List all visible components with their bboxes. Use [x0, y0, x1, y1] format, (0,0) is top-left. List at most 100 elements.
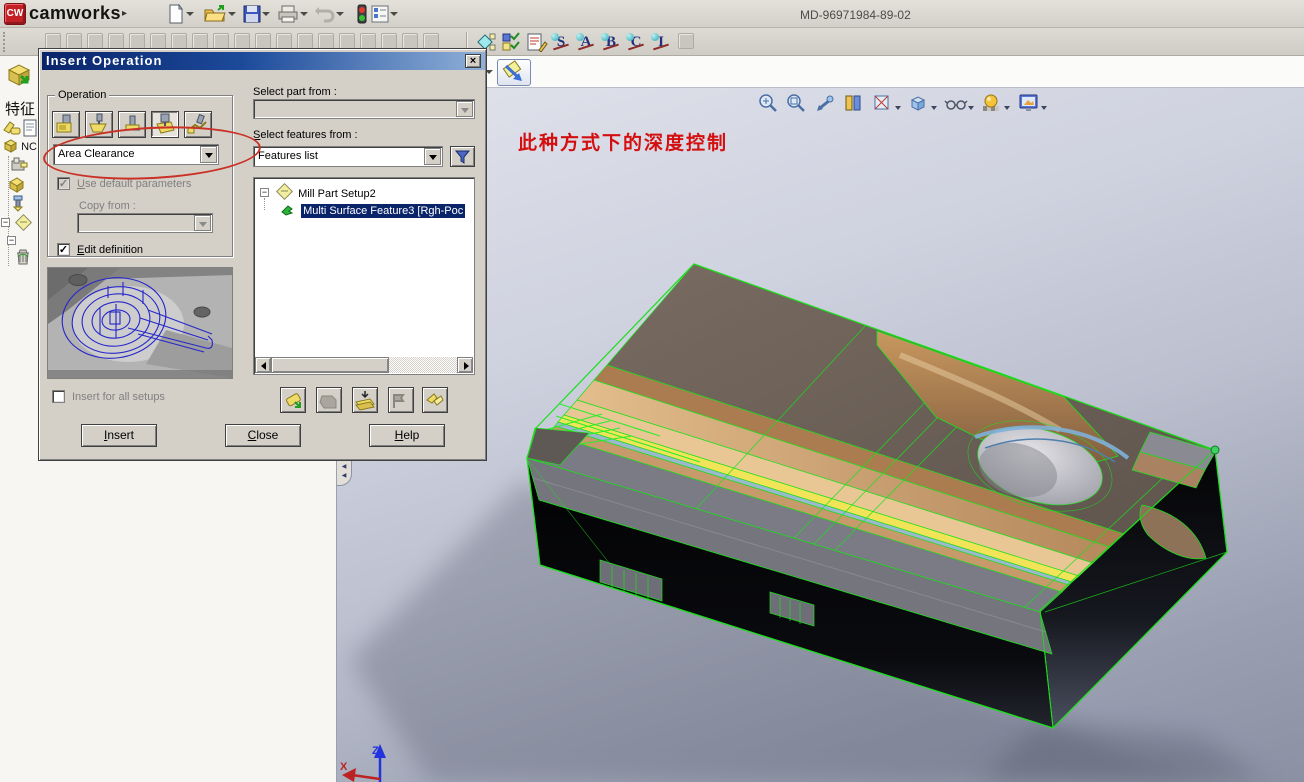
save-icon[interactable] — [240, 4, 264, 24]
open-folder-caret[interactable] — [228, 12, 236, 16]
tree-item-recycle-bin[interactable] — [14, 248, 32, 269]
select-part-combobox[interactable] — [253, 99, 475, 119]
tree-item-stock[interactable] — [8, 176, 25, 196]
mill-finish-operation-button[interactable] — [85, 111, 113, 138]
cam-step-s-icon[interactable]: S — [551, 32, 571, 52]
undo-caret[interactable] — [336, 12, 344, 16]
save-caret[interactable] — [262, 12, 270, 16]
disabled-simulate-icon[interactable] — [678, 33, 694, 49]
disabled-person1-icon[interactable] — [297, 33, 313, 49]
disabled-user-icon[interactable] — [402, 33, 418, 49]
copy-from-dropdown[interactable] — [194, 215, 211, 231]
tool-crib-button[interactable] — [352, 387, 378, 413]
disabled-grid-icon[interactable] — [150, 33, 166, 49]
help-button[interactable]: Help — [369, 424, 445, 447]
cam-step-i-icon[interactable]: I — [651, 32, 671, 52]
disabled-note-icon[interactable] — [234, 33, 250, 49]
tree-expand-operation[interactable]: − — [7, 236, 16, 245]
report-icon[interactable] — [192, 33, 208, 49]
view-orientation-icon[interactable] — [871, 92, 895, 114]
scroll-right-icon[interactable] — [457, 357, 473, 373]
display-style-caret[interactable] — [967, 106, 974, 110]
disabled-sketch-icon[interactable] — [45, 33, 61, 49]
tree-item-machine[interactable] — [11, 157, 28, 176]
task-list-icon[interactable] — [368, 4, 392, 24]
use-default-checkbox[interactable]: ✓ — [57, 177, 70, 190]
standard-views-caret[interactable] — [931, 106, 938, 110]
cam-step-a-icon[interactable]: A — [576, 32, 596, 52]
disabled-list-icon[interactable] — [66, 33, 82, 49]
display-style-icon[interactable] — [944, 92, 968, 114]
insert-button[interactable]: Insert — [81, 424, 157, 447]
tree-horizontal-scrollbar[interactable] — [255, 357, 473, 373]
insert-all-setups-checkbox[interactable] — [52, 390, 65, 403]
copy-from-combobox[interactable] — [77, 213, 213, 233]
scroll-left-icon[interactable] — [255, 357, 271, 373]
dialog-titlebar[interactable]: Insert Operation — [42, 52, 485, 70]
setup-expand-box[interactable]: − — [260, 188, 269, 197]
standard-views-icon[interactable] — [907, 92, 931, 114]
tree-expand-setup[interactable]: − — [1, 218, 10, 227]
mill-rough-operation-button[interactable] — [52, 111, 80, 138]
part-icon[interactable] — [3, 60, 33, 95]
disabled-measure-icon[interactable] — [255, 33, 271, 49]
scene-icon[interactable] — [1017, 92, 1041, 114]
part-disabled-button[interactable] — [316, 387, 342, 413]
disabled-check-icon[interactable] — [213, 33, 229, 49]
edit-definition-checkbox[interactable]: ✓ — [57, 243, 70, 256]
filter-button[interactable] — [450, 146, 475, 167]
tree-item-tool[interactable] — [10, 195, 27, 215]
operation-method-combobox[interactable]: Area Clearance — [53, 144, 219, 165]
ribbon-flag-button[interactable] — [422, 387, 448, 413]
rotate-view-icon[interactable] — [814, 92, 838, 114]
disabled-mate-icon[interactable] — [276, 33, 292, 49]
tree-item-setup[interactable]: Mill Part Setup2 — [275, 182, 376, 202]
new-document-caret[interactable] — [186, 12, 194, 16]
features-tree-panel[interactable]: − Mill Part Setup2 Multi Surface Feature… — [253, 177, 475, 375]
disabled-feature-icon[interactable] — [108, 33, 124, 49]
disabled-tools-icon[interactable] — [381, 33, 397, 49]
print-caret[interactable] — [300, 12, 308, 16]
tab-feature-tree[interactable]: 特征 — [5, 98, 35, 119]
flag-disabled-button[interactable] — [388, 387, 414, 413]
undo-icon[interactable] — [313, 4, 337, 24]
help-orange-icon[interactable] — [423, 33, 439, 49]
cam-step-c-icon[interactable]: C — [626, 32, 646, 52]
features-list-dropdown[interactable] — [424, 148, 441, 165]
insert-new-operation-button[interactable] — [280, 387, 306, 413]
cam-step-b-icon[interactable]: B — [601, 32, 621, 52]
disabled-person3-icon[interactable] — [339, 33, 355, 49]
scrollbar-track[interactable] — [271, 357, 457, 373]
tree-item-feature[interactable]: Multi Surface Feature3 [Rgh-Poc — [280, 202, 466, 218]
disabled-share-icon[interactable] — [360, 33, 376, 49]
zoom-fit-icon[interactable] — [757, 92, 781, 114]
tree-item-mill-setup[interactable] — [14, 213, 33, 235]
disabled-pattern-icon[interactable] — [129, 33, 145, 49]
post-process-doc-icon[interactable] — [526, 32, 548, 57]
multiaxis-operation-button[interactable] — [184, 111, 212, 138]
disabled-person2-icon[interactable] — [318, 33, 334, 49]
options-check-icon[interactable] — [501, 32, 523, 57]
close-icon[interactable]: × — [465, 54, 481, 68]
section-view-icon[interactable] — [842, 92, 866, 114]
select-part-dropdown[interactable] — [456, 101, 473, 117]
scrollbar-thumb[interactable] — [271, 357, 389, 373]
surface-mill-operation-button[interactable] — [151, 111, 179, 138]
disabled-dimension-icon[interactable] — [87, 33, 103, 49]
view-orientation-caret[interactable] — [894, 106, 901, 110]
tree-item-nc[interactable]: NC — [3, 138, 37, 153]
toolbar-expand-arrow[interactable]: ▸ — [122, 8, 127, 19]
open-folder-icon[interactable] — [203, 4, 227, 24]
disabled-table-icon[interactable] — [171, 33, 187, 49]
appearance-icon[interactable] — [980, 92, 1004, 114]
close-button[interactable]: Close — [225, 424, 301, 447]
operation-method-dropdown[interactable] — [200, 146, 217, 163]
sketch-normal-button[interactable] — [497, 59, 531, 86]
new-document-icon[interactable] — [164, 3, 188, 24]
features-list-combobox[interactable]: Features list — [253, 146, 443, 167]
contour-operation-button[interactable] — [118, 111, 146, 138]
appearance-caret[interactable] — [1004, 106, 1011, 110]
scene-caret[interactable] — [1040, 106, 1047, 110]
task-list-caret[interactable] — [390, 12, 398, 16]
zoom-area-icon[interactable] — [785, 92, 809, 114]
